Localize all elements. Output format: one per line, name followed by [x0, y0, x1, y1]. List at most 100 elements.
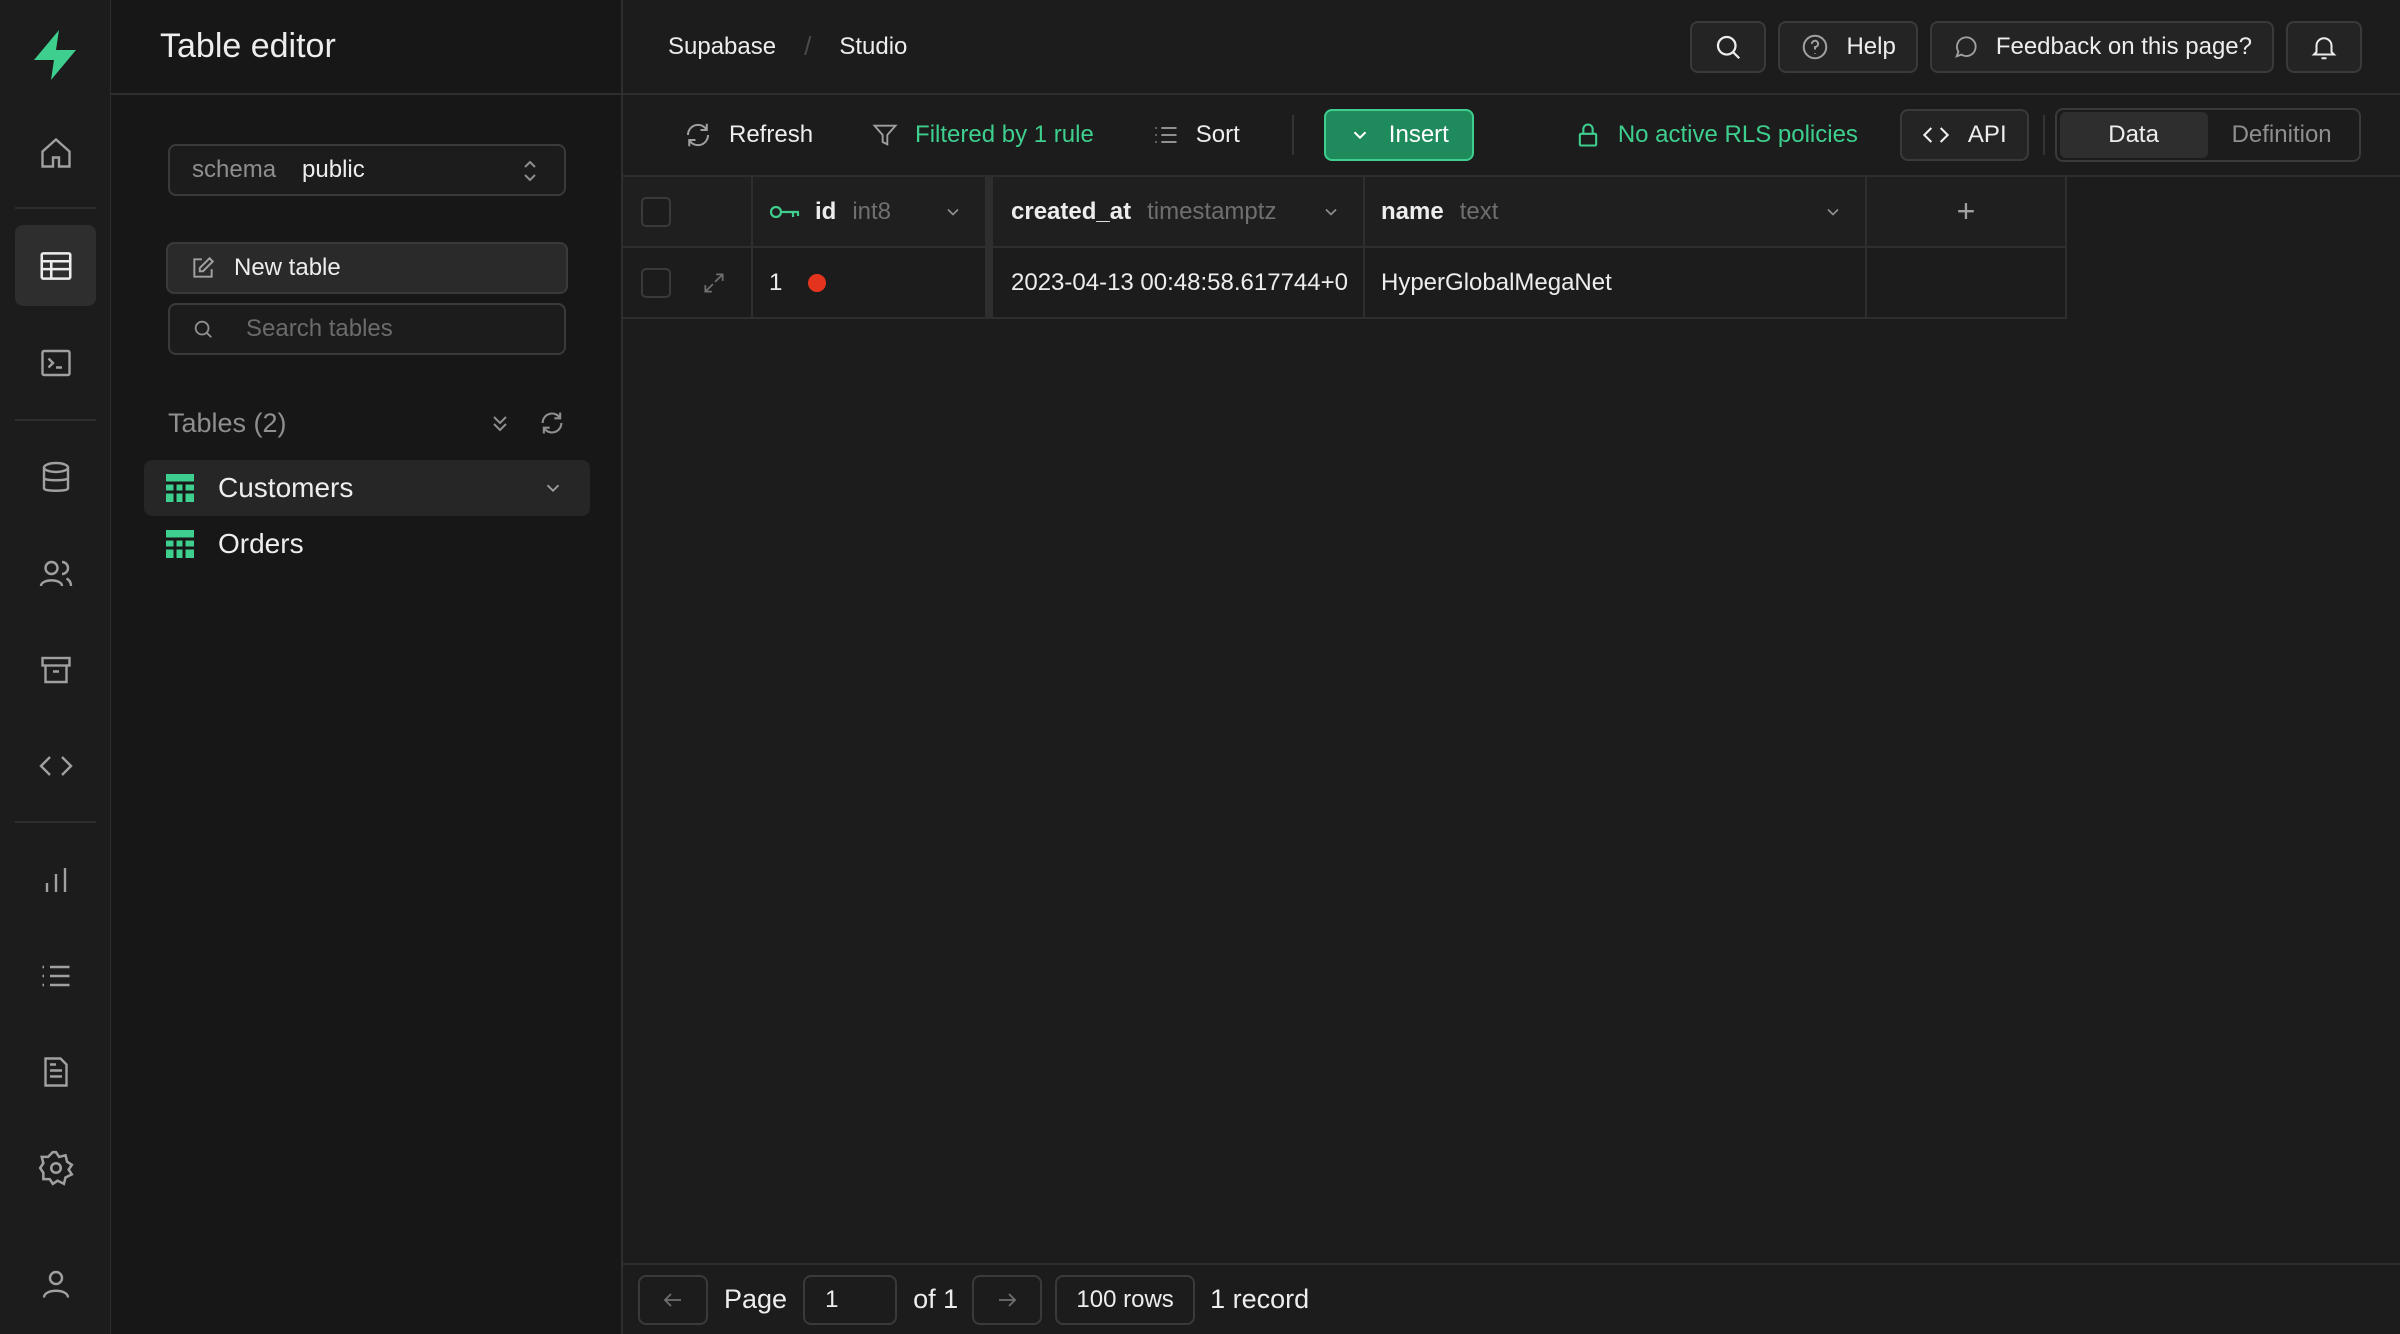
chevron-down-icon[interactable]: [1321, 202, 1341, 222]
chevron-down-icon[interactable]: [1823, 202, 1843, 222]
help-circle-icon: [1800, 32, 1830, 62]
supabase-logo-icon[interactable]: [26, 26, 84, 84]
primary-key-icon: [769, 202, 801, 222]
record-count: 1 record: [1210, 1284, 1310, 1314]
tables-count-label: Tables (2): [168, 407, 287, 438]
view-mode-tabs: Data Definition: [2054, 108, 2361, 162]
refresh-button[interactable]: Refresh: [683, 120, 813, 150]
user-account-icon[interactable]: [15, 1243, 96, 1324]
pagination-bar: Page of 1 100 rows 1 record: [623, 1263, 2400, 1334]
rls-policies-link[interactable]: No active RLS policies: [1574, 121, 1858, 149]
tab-definition[interactable]: Definition: [2208, 112, 2356, 158]
column-type: text: [1459, 197, 1499, 225]
feedback-label: Feedback on this page?: [1995, 32, 2252, 60]
table-name: Customers: [218, 472, 354, 503]
search-icon: [192, 318, 214, 340]
feedback-button[interactable]: Feedback on this page?: [1929, 20, 2274, 73]
breadcrumb-separator: /: [804, 31, 812, 61]
schema-label: schema: [192, 156, 277, 183]
schema-value: public: [302, 156, 365, 183]
search-icon: [1713, 32, 1743, 62]
search-tables-input[interactable]: [246, 315, 546, 343]
expand-row-icon[interactable]: [701, 270, 727, 296]
schema-selector[interactable]: schema public: [168, 144, 566, 196]
select-all-cell: [623, 177, 753, 248]
global-search-button[interactable]: [1690, 20, 1767, 73]
table-editor-icon[interactable]: [15, 225, 96, 306]
code-icon[interactable]: [15, 725, 96, 806]
chevron-down-icon[interactable]: [943, 202, 963, 222]
sidebar-item-customers[interactable]: Customers: [144, 460, 590, 516]
cell-created-at[interactable]: 2023-04-13 00:48:58.617744+0: [987, 248, 1365, 319]
api-button[interactable]: API: [1899, 109, 2029, 161]
breadcrumb-project[interactable]: Studio: [839, 33, 907, 61]
column-name: created_at: [1011, 197, 1132, 225]
next-page-button[interactable]: [972, 1274, 1043, 1325]
toolbar-divider: [1291, 115, 1294, 155]
reports-icon[interactable]: [15, 839, 96, 920]
table-grid-icon: [166, 530, 194, 558]
cell-value: 2023-04-13 00:48:58.617744+0: [1011, 268, 1348, 296]
edit-icon: [190, 255, 234, 281]
help-button[interactable]: Help: [1778, 20, 1918, 73]
grid-header-row: id int8 created_at timestamptz name text…: [623, 177, 2067, 248]
column-header-name[interactable]: name text: [1365, 177, 1867, 248]
table-grid-icon: [166, 474, 194, 502]
table-sidebar: Table editor schema public New table Tab…: [111, 0, 623, 1334]
filter-button[interactable]: Filtered by 1 rule: [871, 121, 1094, 149]
sidebar-item-orders[interactable]: Orders: [144, 516, 590, 572]
breadcrumb: Supabase / Studio: [668, 31, 907, 62]
previous-page-button[interactable]: [638, 1274, 708, 1325]
docs-icon[interactable]: [15, 1031, 96, 1112]
rows-per-page-label: 100 rows: [1076, 1285, 1174, 1313]
sidebar-header: Table editor: [111, 0, 621, 95]
row-select-cell: [623, 248, 753, 319]
filter-funnel-icon: [871, 121, 899, 149]
select-all-checkbox[interactable]: [641, 196, 671, 227]
cell-name[interactable]: HyperGlobalMegaNet: [1365, 248, 1867, 319]
page-count-label: of 1: [913, 1284, 959, 1314]
notifications-button[interactable]: [2286, 20, 2362, 73]
home-icon[interactable]: [15, 112, 96, 193]
rail-divider: [15, 821, 96, 823]
storage-icon[interactable]: [15, 629, 96, 710]
breadcrumb-org[interactable]: Supabase: [668, 33, 776, 61]
lock-icon: [1574, 121, 1602, 149]
page-number-input[interactable]: [803, 1274, 898, 1325]
help-label: Help: [1846, 32, 1896, 60]
refresh-label: Refresh: [729, 121, 814, 148]
new-table-button[interactable]: New table: [166, 242, 568, 294]
refresh-tables-icon[interactable]: [538, 409, 566, 437]
cell-id[interactable]: 1: [753, 248, 987, 319]
add-column-button[interactable]: +: [1867, 177, 2067, 248]
column-header-id[interactable]: id int8: [753, 177, 987, 248]
chevron-down-icon[interactable]: [542, 477, 564, 499]
tab-data[interactable]: Data: [2059, 112, 2208, 158]
logs-icon[interactable]: [15, 935, 96, 1016]
column-name: id: [815, 197, 837, 225]
cell-empty: [1867, 248, 2067, 319]
settings-gear-icon[interactable]: [15, 1127, 96, 1208]
plus-icon: +: [1956, 193, 1976, 229]
collapse-all-icon[interactable]: [488, 411, 512, 435]
insert-button[interactable]: Insert: [1323, 109, 1474, 161]
sort-button[interactable]: Sort: [1152, 121, 1240, 149]
row-checkbox[interactable]: [641, 267, 671, 298]
column-type: int8: [852, 197, 892, 225]
code-brackets-icon: [1922, 121, 1950, 149]
search-tables-field[interactable]: [168, 303, 566, 355]
database-icon[interactable]: [15, 437, 96, 518]
table-row[interactable]: 1 2023-04-13 00:48:58.617744+0 HyperGlob…: [623, 248, 2067, 319]
rail-divider: [15, 419, 96, 421]
data-grid: id int8 created_at timestamptz name text…: [623, 177, 2067, 319]
grid-toolbar: Refresh Filtered by 1 rule Sort Insert N…: [623, 95, 2400, 177]
refresh-icon: [683, 120, 713, 150]
users-icon[interactable]: [15, 533, 96, 614]
api-label: API: [1967, 121, 2007, 148]
page-label: Page: [724, 1284, 788, 1314]
column-header-created-at[interactable]: created_at timestamptz: [987, 177, 1365, 248]
rows-per-page-button[interactable]: 100 rows: [1055, 1274, 1196, 1325]
sql-editor-icon[interactable]: [15, 322, 96, 403]
bell-icon: [2309, 32, 2339, 62]
tables-header: Tables (2): [168, 403, 566, 443]
